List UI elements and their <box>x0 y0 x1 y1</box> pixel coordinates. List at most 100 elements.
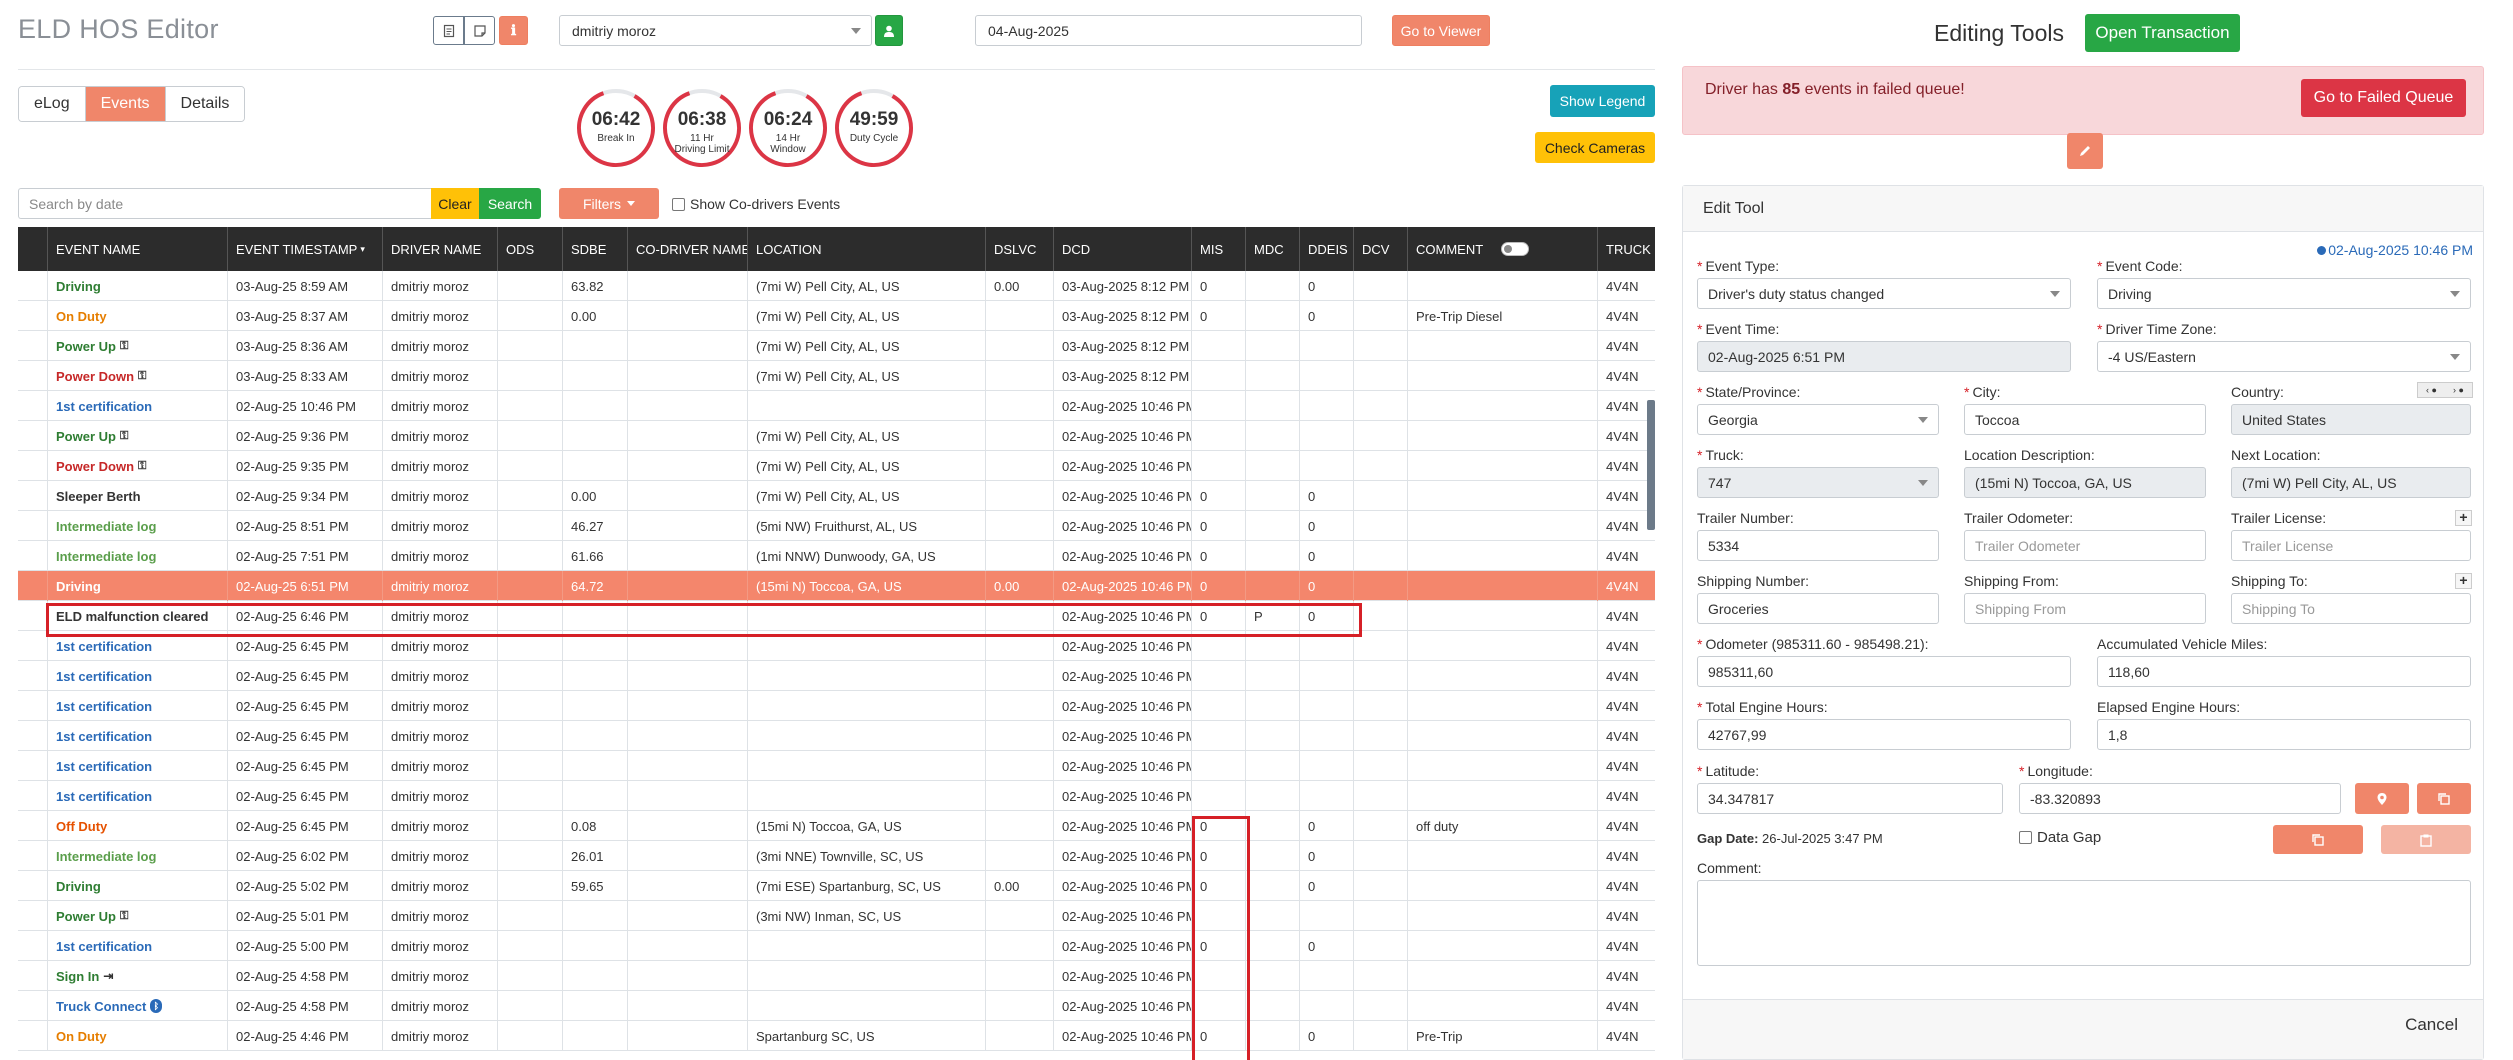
table-row[interactable]: ELD malfunction cleared 02-Aug-25 6:46 PM… <box>18 601 1655 631</box>
checkbox[interactable] <box>2019 831 2032 844</box>
table-row[interactable]: Intermediate log 02-Aug-25 6:02 PM dmitriy… <box>18 841 1655 871</box>
table-row[interactable]: 1st certification 02-Aug-25 6:45 PM dmitri… <box>18 661 1655 691</box>
location-toggle[interactable]: ‹ ● › ● <box>2417 382 2473 398</box>
table-row[interactable]: 1st certification 02-Aug-25 6:45 PM dmitri… <box>18 751 1655 781</box>
header-sdbe[interactable]: SDBE <box>563 227 628 271</box>
duplicate-button[interactable] <box>2273 825 2363 854</box>
clear-button[interactable]: Clear <box>431 188 479 219</box>
header-location[interactable]: LOCATION <box>748 227 986 271</box>
driver-timezone-select[interactable]: -4 US/Eastern <box>2097 341 2471 372</box>
check-cameras-button[interactable]: Check Cameras <box>1535 132 1655 163</box>
header-driver[interactable]: DRIVER NAME <box>383 227 498 271</box>
state-select[interactable]: Georgia <box>1697 404 1939 435</box>
table-row[interactable]: Sign In ⇥ 02-Aug-25 4:58 PM dmitriy moroz 02… <box>18 961 1655 991</box>
table-row[interactable]: 1st certification 02-Aug-25 6:45 PM dmitri… <box>18 691 1655 721</box>
latitude-input[interactable]: 34.347817 <box>1697 783 2003 814</box>
table-row[interactable]: 1st certification 02-Aug-25 5:00 PM dmitri… <box>18 931 1655 961</box>
header-ddeis[interactable]: DDEIS <box>1300 227 1354 271</box>
table-scrollbar[interactable] <box>1647 400 1655 530</box>
tab-elog[interactable]: eLog <box>19 87 86 121</box>
header-timestamp[interactable]: EVENT TIMESTAMP ▾ <box>228 227 383 271</box>
table-row[interactable]: Power Down ⚿ 03-Aug-25 8:33 AM dmitriy moro… <box>18 361 1655 391</box>
add-trailer-button[interactable]: + <box>2455 510 2472 526</box>
tab-details[interactable]: Details <box>165 87 245 121</box>
trailer-odometer-input[interactable]: Trailer Odometer <box>1964 530 2206 561</box>
table-row[interactable]: 1st certification 02-Aug-25 6:45 PM dmitri… <box>18 631 1655 661</box>
table-row[interactable]: On Duty 03-Aug-25 8:37 AM dmitriy moroz 0.0… <box>18 301 1655 331</box>
comment-toggle[interactable] <box>1501 242 1530 256</box>
document-icon-button[interactable] <box>433 16 464 45</box>
table-row[interactable]: Truck Connect ᛒ 02-Aug-25 4:58 PM dmitriy m… <box>18 991 1655 1021</box>
sdbe-cell <box>563 601 628 631</box>
table-row[interactable]: Power Up ⚿ 02-Aug-25 9:36 PM dmitriy moroz (… <box>18 421 1655 451</box>
go-to-viewer-button[interactable]: Go to Viewer <box>1392 15 1490 46</box>
elapsed-hours-input[interactable]: 1,8 <box>2097 719 2471 750</box>
truck-select[interactable]: 747 <box>1697 467 1939 498</box>
table-row[interactable]: Power Down ⚿ 02-Aug-25 9:35 PM dmitriy moro… <box>18 451 1655 481</box>
open-transaction-button[interactable]: Open Transaction <box>2085 14 2240 52</box>
header-ods[interactable]: ODS <box>498 227 563 271</box>
table-row[interactable]: Driving 02-Aug-25 5:02 PM dmitriy moroz 59.… <box>18 871 1655 901</box>
checkbox[interactable] <box>672 197 685 211</box>
show-codrivers-toggle[interactable]: Show Co-drivers Events <box>672 196 840 212</box>
table-row[interactable]: 1st certification 02-Aug-25 10:46 PM dmitr… <box>18 391 1655 421</box>
comment-textarea[interactable] <box>1697 880 2471 966</box>
shipping-from-input[interactable]: Shipping From <box>1964 593 2206 624</box>
table-row[interactable]: Driving 02-Aug-25 6:51 PM dmitriy moroz 64.… <box>18 571 1655 601</box>
cancel-button[interactable]: Cancel <box>2405 1015 2458 1035</box>
search-input[interactable]: Search by date <box>18 188 431 219</box>
table-row[interactable]: Intermediate log 02-Aug-25 8:51 PM dmitriy… <box>18 511 1655 541</box>
header-truck[interactable]: TRUCK <box>1598 227 1655 271</box>
header-codriver[interactable]: CO-DRIVER NAME <box>628 227 748 271</box>
locate-button[interactable] <box>2355 783 2409 814</box>
user-button[interactable] <box>875 15 903 46</box>
trailer-number-input[interactable]: 5334 <box>1697 530 1939 561</box>
table-row[interactable]: Off Duty 02-Aug-25 6:45 PM dmitriy moroz 0.… <box>18 811 1655 841</box>
copy-coords-button[interactable] <box>2417 783 2471 814</box>
table-row[interactable]: Intermediate log 02-Aug-25 7:51 PM dmitriy… <box>18 541 1655 571</box>
table-row[interactable]: On Duty 02-Aug-25 4:46 PM dmitriy moroz Spa… <box>18 1021 1655 1051</box>
shipping-number-input[interactable]: Groceries <box>1697 593 1939 624</box>
data-gap-toggle[interactable]: Data Gap <box>2019 829 2101 846</box>
event-type-select[interactable]: Driver's duty status changed <box>1697 278 2071 309</box>
ddeis-cell <box>1300 721 1354 751</box>
engine-hours-input[interactable]: 42767,99 <box>1697 719 2071 750</box>
table-row[interactable]: Power Up ⚿ 03-Aug-25 8:36 AM dmitriy moroz (… <box>18 331 1655 361</box>
driver-select[interactable]: dmitriy moroz <box>559 15 872 46</box>
shipping-to-input[interactable]: Shipping To <box>2231 593 2471 624</box>
event-code-select[interactable]: Driving <box>2097 278 2471 309</box>
info-button[interactable]: ℹ <box>499 16 528 45</box>
header-mis[interactable]: MIS <box>1192 227 1246 271</box>
go-to-failed-queue-button[interactable]: Go to Failed Queue <box>2301 79 2466 117</box>
codriver-cell <box>628 301 748 331</box>
table-row[interactable]: 1st certification 02-Aug-25 6:45 PM dmitri… <box>18 721 1655 751</box>
tab-events[interactable]: Events <box>85 87 166 121</box>
header-event-name[interactable]: EVENT NAME <box>48 227 228 271</box>
accumulated-miles-input[interactable]: 118,60 <box>2097 656 2471 687</box>
filters-button[interactable]: Filters <box>559 188 659 219</box>
next-location-input[interactable]: (7mi W) Pell City, AL, US <box>2231 467 2471 498</box>
header-dcd[interactable]: DCD <box>1054 227 1192 271</box>
table-row[interactable]: Power Up ⚿ 02-Aug-25 5:01 PM dmitriy moroz (… <box>18 901 1655 931</box>
edit-button[interactable] <box>2067 133 2103 169</box>
header-dslvc[interactable]: DSLVC <box>986 227 1054 271</box>
table-row[interactable]: Driving 03-Aug-25 8:59 AM dmitriy moroz 63.… <box>18 271 1655 301</box>
date-input[interactable]: 04-Aug-2025 <box>975 15 1362 46</box>
show-legend-button[interactable]: Show Legend <box>1550 85 1655 117</box>
header-comment[interactable]: COMMENT <box>1408 227 1598 271</box>
paste-button[interactable] <box>2381 825 2471 854</box>
country-input[interactable]: United States <box>2231 404 2471 435</box>
city-input[interactable]: Toccoa <box>1964 404 2206 435</box>
event-time-input[interactable]: 02-Aug-2025 6:51 PM <box>1697 341 2071 372</box>
note-icon-button[interactable] <box>464 16 495 45</box>
odometer-input[interactable]: 985311,60 <box>1697 656 2071 687</box>
header-mdc[interactable]: MDC <box>1246 227 1300 271</box>
table-row[interactable]: Sleeper Berth 02-Aug-25 9:34 PM dmitriy mo… <box>18 481 1655 511</box>
table-row[interactable]: 1st certification 02-Aug-25 6:45 PM dmitri… <box>18 781 1655 811</box>
location-description-input[interactable]: (15mi N) Toccoa, GA, US <box>1964 467 2206 498</box>
add-shipping-button[interactable]: + <box>2455 573 2472 589</box>
search-button[interactable]: Search <box>479 188 541 219</box>
header-dcv[interactable]: DCV <box>1354 227 1408 271</box>
trailer-license-input[interactable]: Trailer License <box>2231 530 2471 561</box>
longitude-input[interactable]: -83.320893 <box>2019 783 2341 814</box>
